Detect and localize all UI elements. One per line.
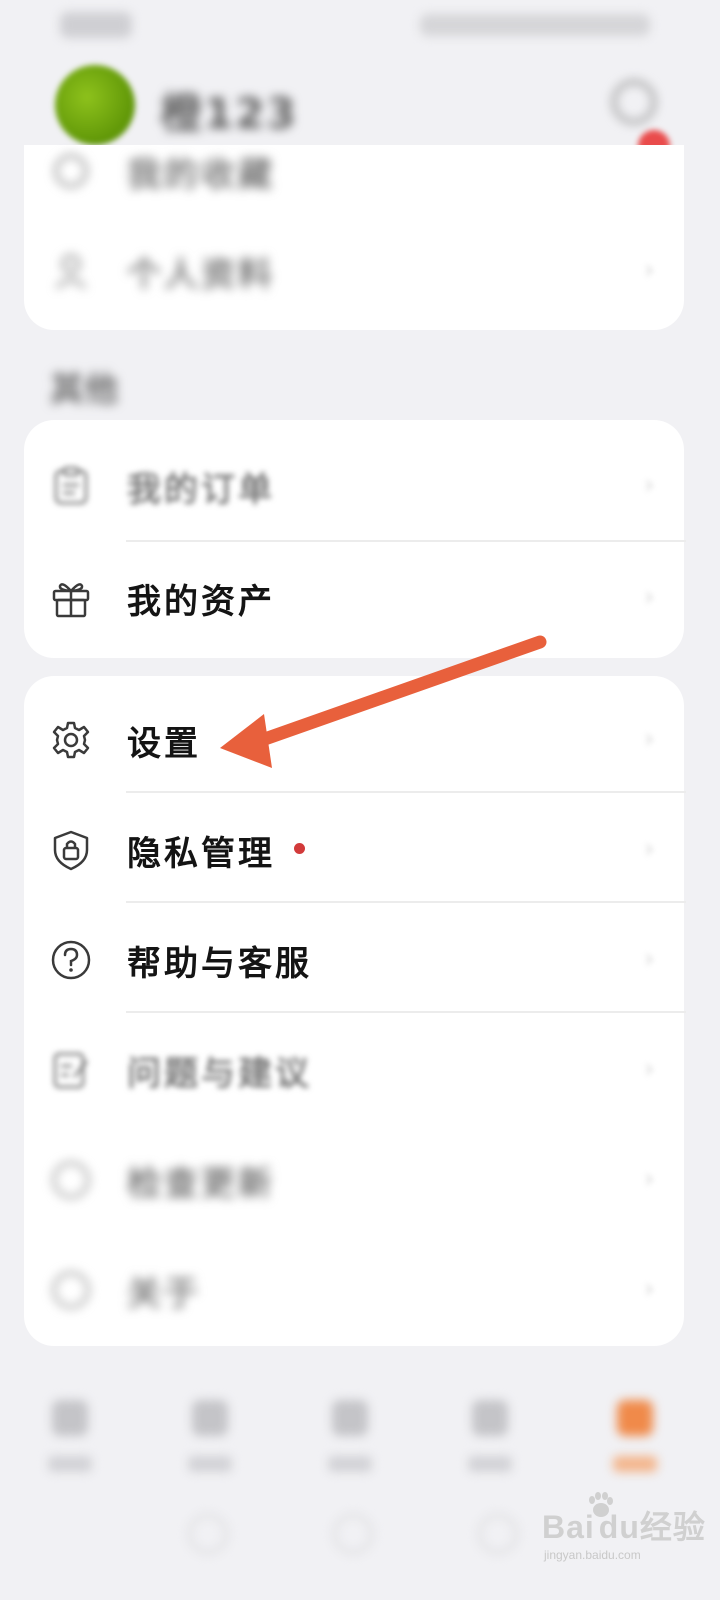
menu-label-orders: 我的订单 bbox=[127, 470, 275, 510]
tab-discover[interactable] bbox=[180, 1400, 240, 1490]
tab-label bbox=[613, 1456, 657, 1472]
watermark-url: jingyan.baidu.com bbox=[544, 1548, 641, 1562]
watermark: Bai du经验 jingyan.baidu.com bbox=[542, 1488, 712, 1578]
tab-label bbox=[48, 1456, 92, 1472]
gear-icon bbox=[50, 719, 92, 761]
menu-label-favorites: 我的收藏 bbox=[127, 155, 275, 195]
chevron-right-icon: › bbox=[644, 470, 655, 500]
section-title: 其他 bbox=[50, 370, 118, 410]
services-card: 我的订单 › 我的资产 › bbox=[24, 420, 686, 658]
person-icon bbox=[50, 250, 92, 292]
chevron-right-icon: › bbox=[644, 1274, 655, 1304]
top-menu-card: 我的收藏 个人资料 › bbox=[24, 145, 684, 330]
recents-button[interactable] bbox=[478, 1514, 518, 1554]
divider bbox=[126, 791, 686, 793]
menu-label-settings: 设置 bbox=[127, 724, 201, 764]
menu-label-profile: 个人资料 bbox=[127, 255, 275, 295]
video-icon bbox=[332, 1400, 368, 1436]
message-icon bbox=[472, 1400, 508, 1436]
menu-row-feedback[interactable]: 问题与建议 › bbox=[24, 1014, 684, 1124]
chevron-right-icon: › bbox=[644, 1054, 655, 1084]
menu-row-assets[interactable]: 我的资产 › bbox=[24, 542, 684, 652]
back-button[interactable] bbox=[188, 1514, 228, 1554]
question-icon bbox=[50, 939, 92, 981]
menu-row-about[interactable]: 关于 › bbox=[24, 1234, 684, 1344]
info-icon bbox=[50, 1269, 92, 1311]
chevron-right-icon: › bbox=[644, 834, 655, 864]
menu-label-assets: 我的资产 bbox=[127, 582, 275, 622]
mine-icon bbox=[617, 1400, 653, 1436]
divider bbox=[126, 901, 686, 903]
chevron-right-icon: › bbox=[644, 1164, 655, 1194]
status-time bbox=[60, 12, 132, 38]
status-bar bbox=[0, 0, 720, 50]
refresh-icon bbox=[50, 1159, 92, 1201]
tab-label bbox=[328, 1456, 372, 1472]
home-button[interactable] bbox=[333, 1514, 373, 1554]
star-icon bbox=[50, 150, 92, 192]
status-icons bbox=[420, 14, 650, 36]
menu-label-help: 帮助与客服 bbox=[127, 944, 312, 984]
menu-row-privacy[interactable]: 隐私管理 › bbox=[24, 794, 684, 904]
watermark-brand: Bai du经验 bbox=[542, 1509, 706, 1545]
red-dot-badge bbox=[294, 843, 305, 854]
chevron-right-icon: › bbox=[644, 944, 655, 974]
menu-row-orders[interactable]: 我的订单 › bbox=[24, 430, 684, 540]
shield-lock-icon bbox=[50, 829, 92, 871]
chevron-right-icon: › bbox=[644, 255, 655, 285]
menu-label-privacy: 隐私管理 bbox=[127, 834, 275, 874]
home-icon bbox=[52, 1400, 88, 1436]
menu-label-feedback: 问题与建议 bbox=[127, 1054, 312, 1094]
menu-row-settings[interactable]: 设置 › bbox=[24, 684, 684, 794]
tab-messages[interactable] bbox=[460, 1400, 520, 1490]
tab-label bbox=[188, 1456, 232, 1472]
gift-icon bbox=[50, 577, 92, 619]
tab-label bbox=[468, 1456, 512, 1472]
tab-home[interactable] bbox=[40, 1400, 100, 1490]
tab-mine[interactable] bbox=[605, 1400, 665, 1490]
menu-label-about: 关于 bbox=[127, 1274, 201, 1314]
divider bbox=[126, 1011, 686, 1013]
edit-note-icon bbox=[50, 1049, 92, 1091]
bottom-tab-bar bbox=[0, 1380, 720, 1500]
chevron-right-icon: › bbox=[644, 724, 655, 754]
chevron-right-icon: › bbox=[644, 582, 655, 612]
discover-icon bbox=[192, 1400, 228, 1436]
menu-row-update[interactable]: 检查更新 › bbox=[24, 1124, 684, 1234]
menu-row-profile[interactable]: 个人资料 › bbox=[24, 215, 684, 325]
settings-card: 设置 › 隐私管理 › 帮助与客服 › 问题与建议 › 检查更新 › 关于 › bbox=[24, 676, 686, 1346]
menu-row-help[interactable]: 帮助与客服 › bbox=[24, 904, 684, 1014]
menu-row-favorites[interactable]: 我的收藏 bbox=[24, 115, 684, 225]
menu-label-update: 检查更新 bbox=[127, 1164, 275, 1204]
clipboard-icon bbox=[50, 465, 92, 507]
tab-video[interactable] bbox=[320, 1400, 380, 1490]
